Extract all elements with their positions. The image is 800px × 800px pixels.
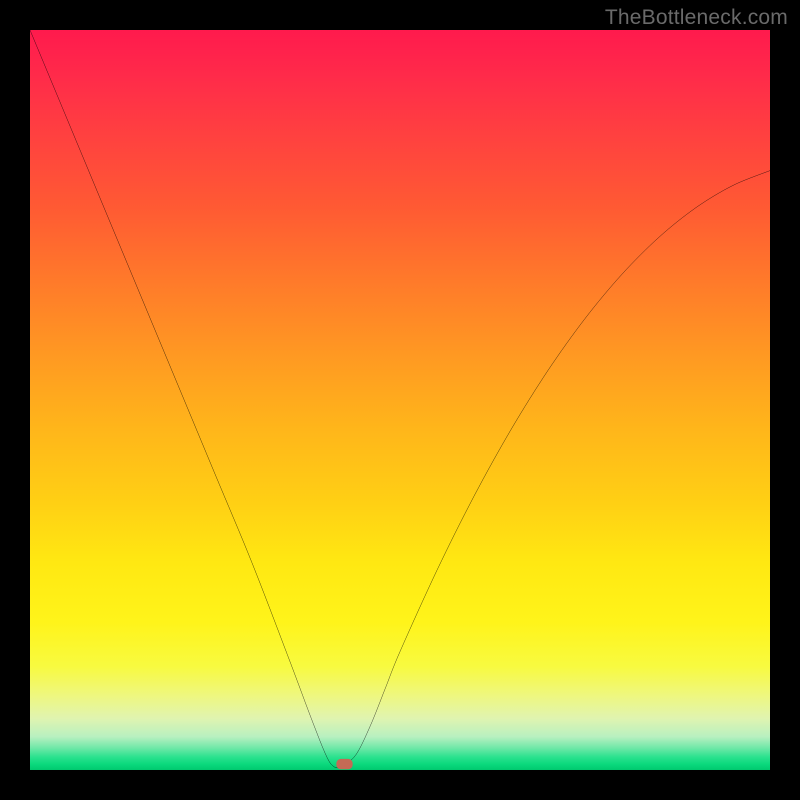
bottleneck-curve — [30, 30, 770, 768]
watermark-label: TheBottleneck.com — [605, 6, 788, 30]
chart-frame: TheBottleneck.com — [0, 0, 800, 800]
plot-area — [30, 30, 770, 770]
min-marker — [336, 759, 352, 769]
curve-layer — [30, 30, 770, 770]
